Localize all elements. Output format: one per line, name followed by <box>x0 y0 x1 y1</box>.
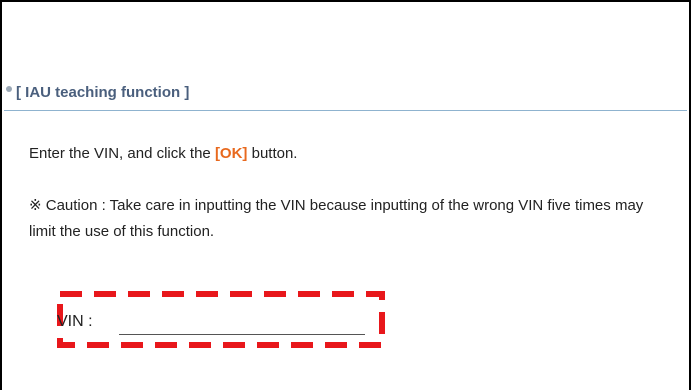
section-header: [ IAU teaching function ] <box>4 74 687 111</box>
vin-input[interactable] <box>119 309 365 335</box>
instruction-before: Enter the VIN, and click the <box>29 145 215 162</box>
instruction-after: button. <box>247 145 298 162</box>
vin-label: VIN : <box>57 313 93 330</box>
instruction-text: Enter the VIN, and click the [OK] button… <box>29 145 297 162</box>
vin-field-group: VIN : <box>57 291 385 348</box>
section-title: [ IAU teaching function ] <box>16 83 190 101</box>
ok-button-reference: [OK] <box>214 145 248 162</box>
dialog-frame: [ IAU teaching function ] Enter the VIN,… <box>0 0 691 390</box>
bullet-icon <box>6 86 12 92</box>
caution-text: ※ Caution : Take care in inputting the V… <box>29 197 644 240</box>
